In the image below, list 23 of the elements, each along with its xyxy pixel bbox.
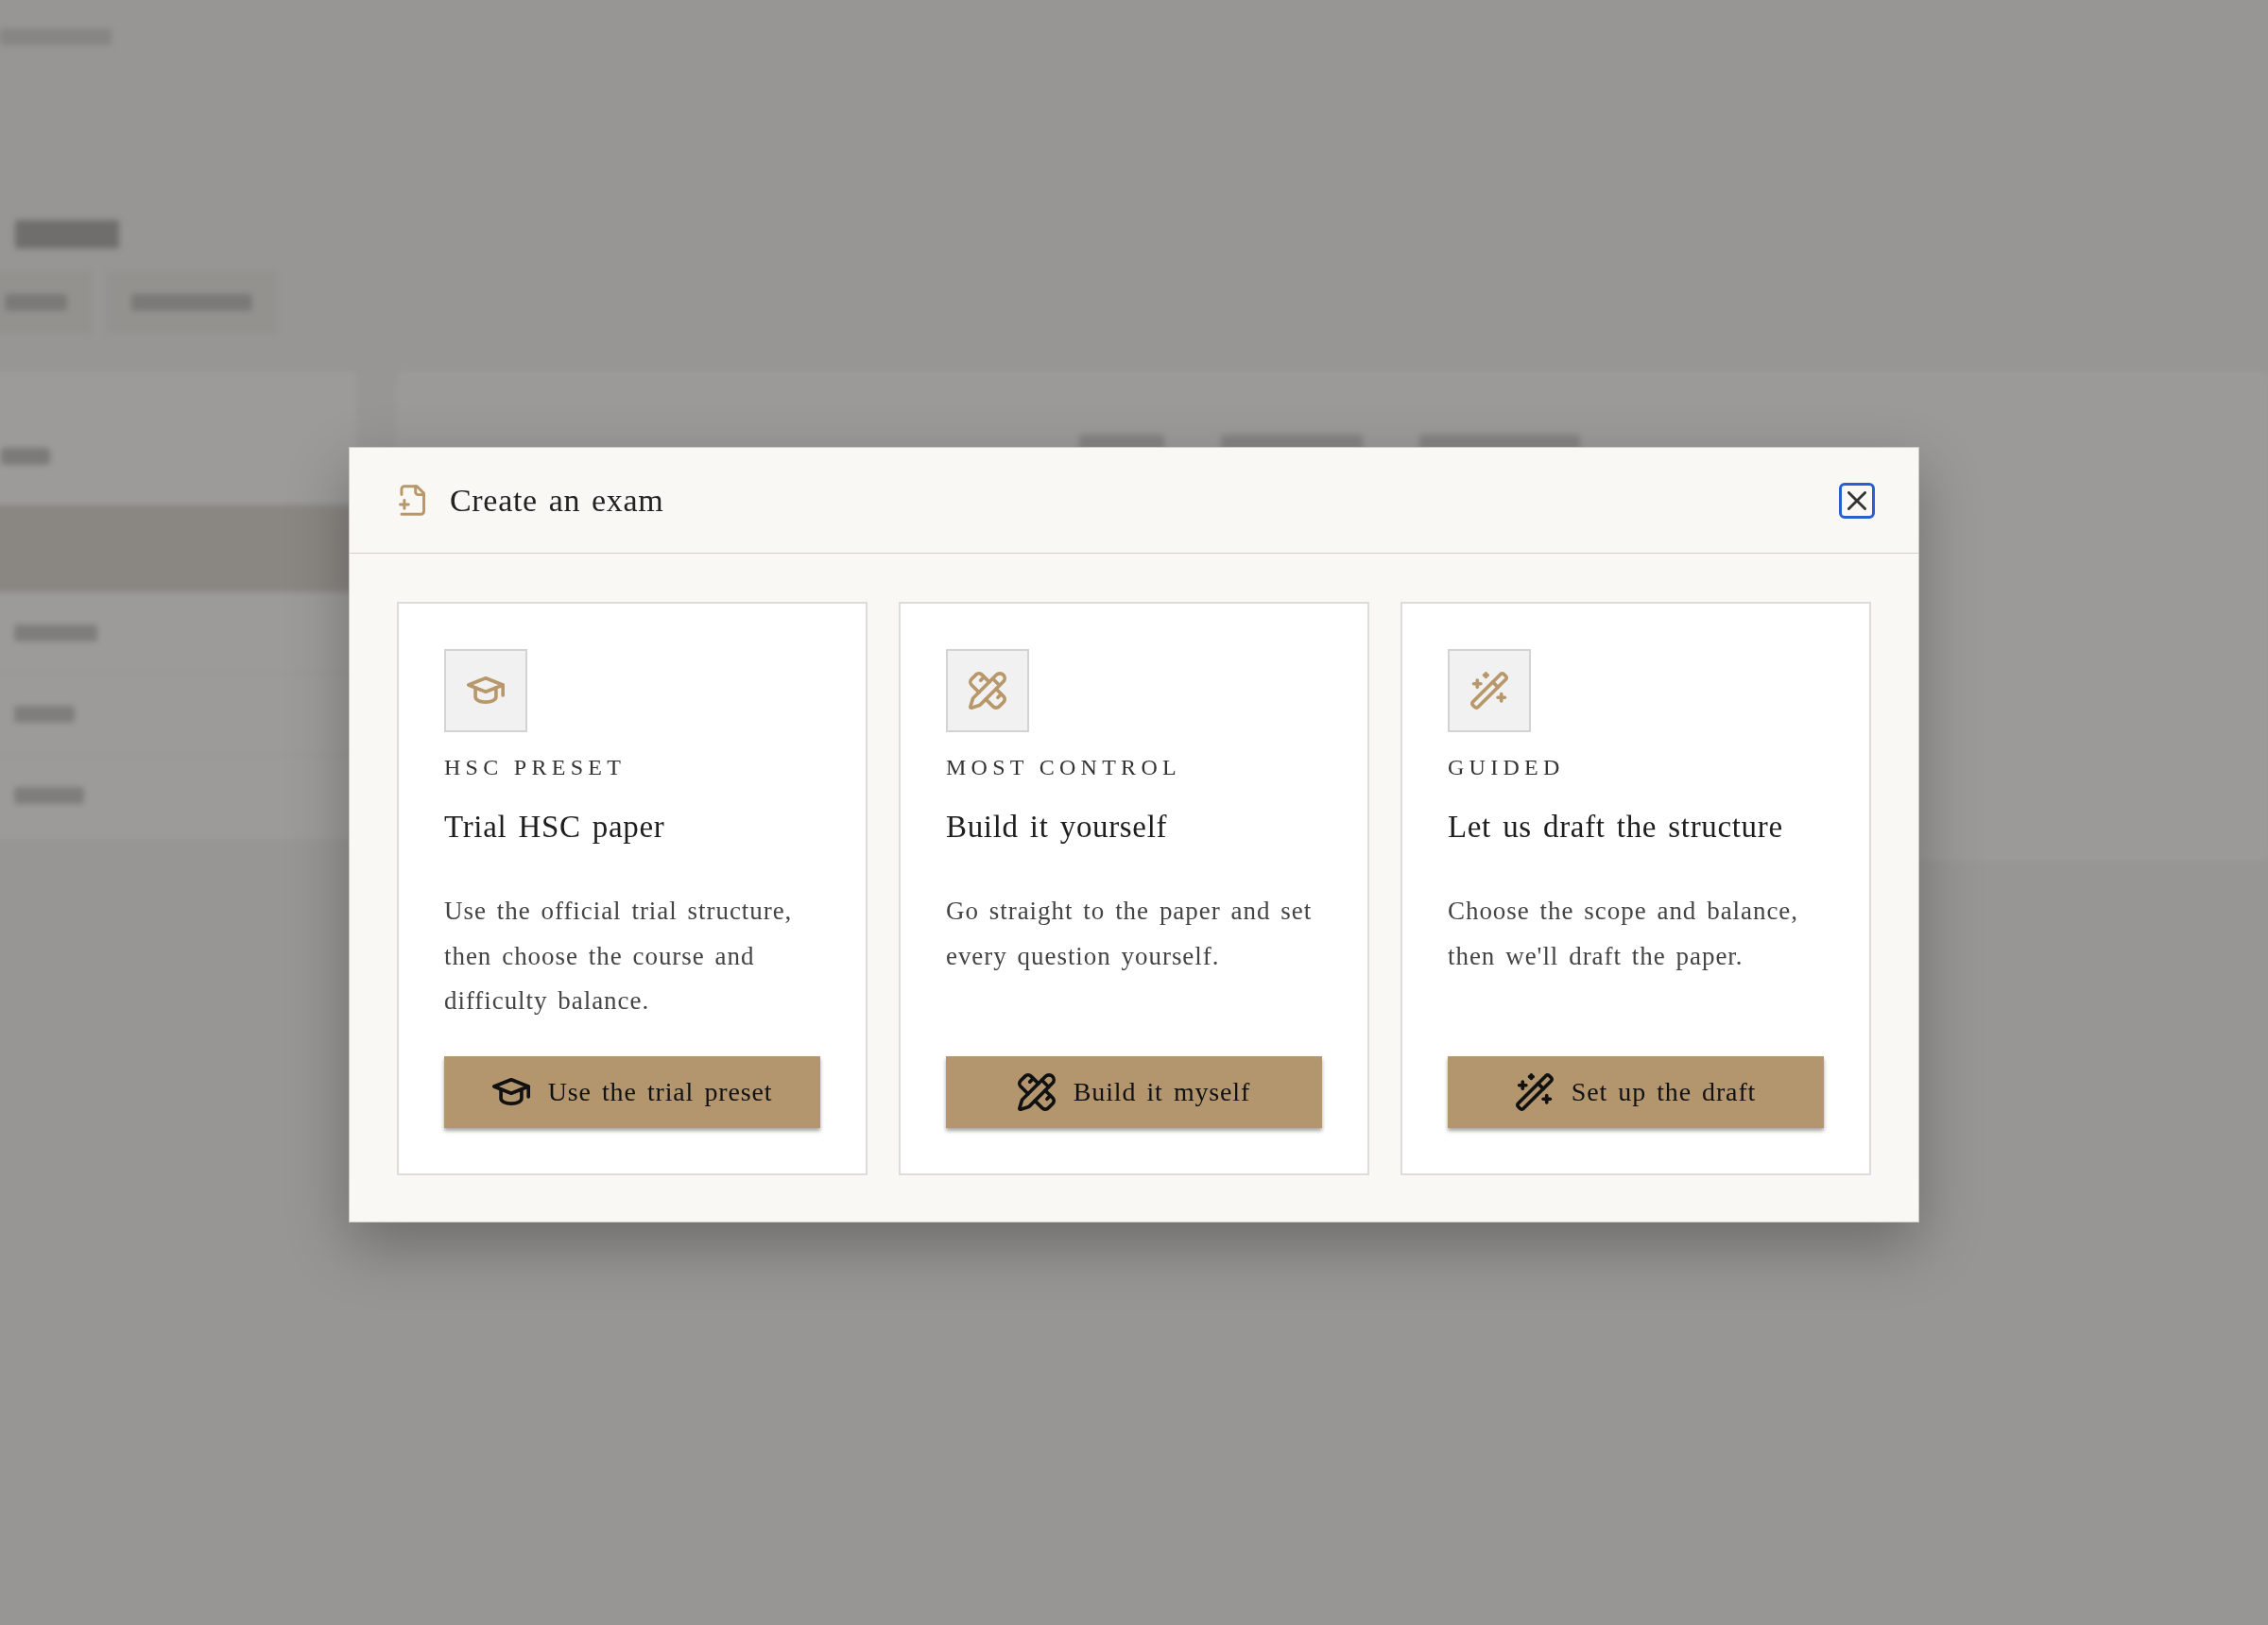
option-button[interactable]: Set up the draft [1448, 1055, 1824, 1128]
option-title: Trial HSC paper [444, 808, 665, 846]
blurred-text-bar [14, 705, 75, 723]
magic-wand-icon [1448, 649, 1531, 732]
option-title: Let us draft the structure [1448, 808, 1783, 846]
blurred-text-bar [1, 448, 50, 465]
close-button[interactable] [1839, 482, 1875, 519]
magic-wand-icon [1515, 1072, 1554, 1111]
option-description: Use the official trial structure, then choose the course and difficulty balance. [444, 896, 794, 1018]
option-label: HSC PRESET [444, 754, 627, 781]
option-label: MOST CONTROL [946, 754, 1181, 781]
option-title: Build it yourself [946, 808, 1168, 846]
close-icon [1847, 490, 1866, 510]
graduation-cap-icon [444, 649, 527, 732]
option-button[interactable]: Build it myself [946, 1055, 1322, 1128]
option-button[interactable]: Use the trial preset [444, 1055, 820, 1128]
option-description: Go straight to the paper and set every question yourself. [946, 896, 1314, 972]
pencil-ruler-icon [1017, 1072, 1056, 1111]
option-label: GUIDED [1448, 754, 1565, 781]
pencil-ruler-icon [946, 649, 1029, 732]
file-plus-icon [399, 485, 425, 516]
dialog-title: Create an exam [450, 482, 664, 519]
option-description: Choose the scope and balance, then we'll draft the paper. [1448, 896, 1799, 972]
